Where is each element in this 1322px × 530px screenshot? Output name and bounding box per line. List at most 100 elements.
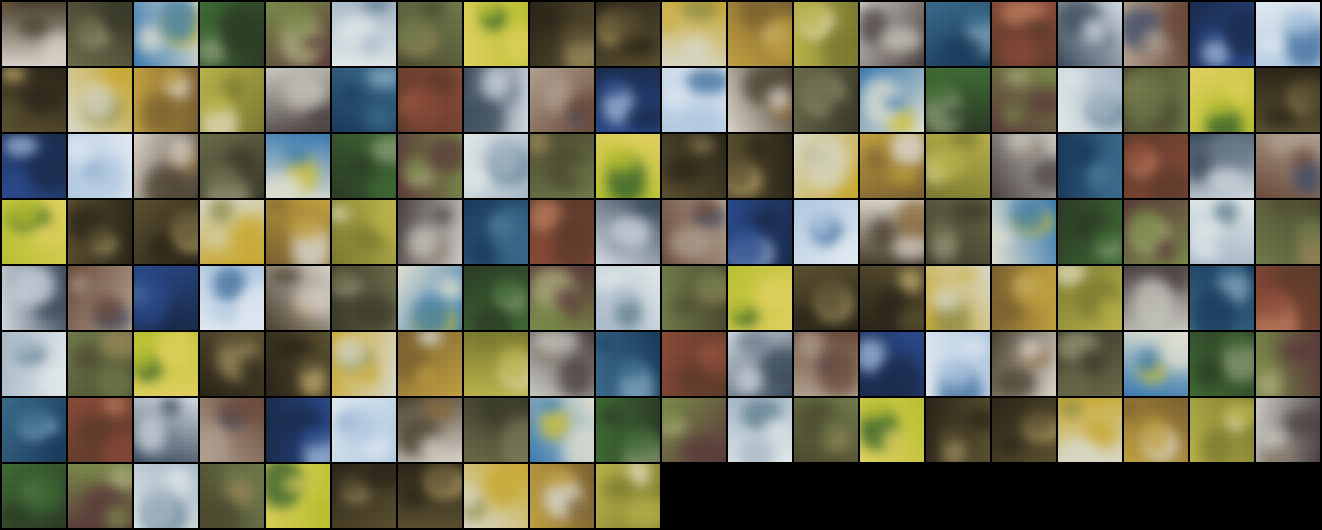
generated-sample-tile bbox=[68, 398, 132, 462]
generated-sample-tile bbox=[1190, 398, 1254, 462]
generated-sample-tile bbox=[992, 398, 1056, 462]
generated-sample-tile bbox=[530, 266, 594, 330]
generated-sample-tile bbox=[332, 266, 396, 330]
generated-sample-tile bbox=[68, 134, 132, 198]
generated-sample-tile bbox=[992, 134, 1056, 198]
generated-sample-tile bbox=[332, 398, 396, 462]
generated-sample-tile bbox=[464, 200, 528, 264]
generated-sample-tile bbox=[398, 332, 462, 396]
generated-sample-tile bbox=[992, 68, 1056, 132]
generated-sample-tile bbox=[332, 464, 396, 528]
generated-sample-tile bbox=[332, 68, 396, 132]
generated-sample-tile bbox=[200, 266, 264, 330]
generated-sample-tile bbox=[596, 332, 660, 396]
generated-sample-tile bbox=[662, 68, 726, 132]
generated-sample-tile bbox=[2, 266, 66, 330]
generated-sample-tile bbox=[134, 266, 198, 330]
generated-sample-tile bbox=[1256, 134, 1320, 198]
generated-sample-tile bbox=[1058, 266, 1122, 330]
generated-sample-tile bbox=[2, 200, 66, 264]
generated-sample-tile bbox=[926, 68, 990, 132]
generated-sample-tile bbox=[464, 398, 528, 462]
generated-sample-tile bbox=[926, 332, 990, 396]
generated-sample-tile bbox=[266, 398, 330, 462]
generated-sample-tile bbox=[1190, 266, 1254, 330]
generated-sample-tile bbox=[992, 200, 1056, 264]
generated-sample-tile bbox=[992, 2, 1056, 66]
generated-sample-tile bbox=[662, 266, 726, 330]
generated-sample-tile bbox=[134, 464, 198, 528]
generated-sample-tile bbox=[596, 2, 660, 66]
generated-sample-tile bbox=[1058, 332, 1122, 396]
generated-sample-tile bbox=[992, 332, 1056, 396]
generated-sample-tile bbox=[662, 200, 726, 264]
generated-sample-tile bbox=[200, 2, 264, 66]
generated-sample-tile bbox=[728, 200, 792, 264]
generated-sample-tile bbox=[266, 464, 330, 528]
generated-sample-tile bbox=[398, 200, 462, 264]
generated-sample-tile bbox=[1124, 134, 1188, 198]
generated-sample-tile bbox=[860, 332, 924, 396]
generated-sample-tile bbox=[794, 332, 858, 396]
generated-sample-tile bbox=[794, 266, 858, 330]
generated-sample-tile bbox=[596, 68, 660, 132]
generated-sample-tile bbox=[1124, 332, 1188, 396]
generated-sample-tile bbox=[68, 266, 132, 330]
generated-sample-tile bbox=[530, 134, 594, 198]
generated-sample-tile bbox=[134, 332, 198, 396]
generated-sample-tile bbox=[398, 68, 462, 132]
generated-sample-tile bbox=[728, 2, 792, 66]
generated-sample-tile bbox=[926, 266, 990, 330]
generated-sample-tile bbox=[860, 200, 924, 264]
generated-sample-tile bbox=[134, 398, 198, 462]
generated-sample-tile bbox=[200, 398, 264, 462]
generated-sample-tile bbox=[1058, 134, 1122, 198]
generated-sample-tile bbox=[926, 200, 990, 264]
generated-sample-tile bbox=[200, 332, 264, 396]
generated-sample-tile bbox=[728, 266, 792, 330]
generated-sample-tile bbox=[728, 134, 792, 198]
generated-sample-tile bbox=[662, 332, 726, 396]
generated-sample-tile bbox=[1124, 200, 1188, 264]
generated-sample-tile bbox=[398, 2, 462, 66]
generated-sample-tile bbox=[68, 200, 132, 264]
generated-sample-tile bbox=[992, 266, 1056, 330]
generated-sample-tile bbox=[1190, 2, 1254, 66]
generated-sample-tile bbox=[530, 2, 594, 66]
generated-sample-tile bbox=[728, 332, 792, 396]
generated-sample-tile bbox=[2, 464, 66, 528]
generated-sample-tile bbox=[332, 332, 396, 396]
generated-sample-tile bbox=[200, 200, 264, 264]
generated-sample-tile bbox=[2, 332, 66, 396]
generated-sample-tile bbox=[2, 2, 66, 66]
generated-sample-tile bbox=[1190, 134, 1254, 198]
generated-sample-tile bbox=[860, 2, 924, 66]
generated-sample-tile bbox=[1256, 68, 1320, 132]
generated-sample-tile bbox=[728, 398, 792, 462]
generated-sample-tile bbox=[1058, 200, 1122, 264]
generated-sample-tile bbox=[398, 464, 462, 528]
generated-sample-tile bbox=[596, 464, 660, 528]
generated-sample-tile bbox=[332, 134, 396, 198]
generated-sample-tile bbox=[1124, 266, 1188, 330]
generated-sample-tile bbox=[266, 266, 330, 330]
generated-sample-tile bbox=[134, 200, 198, 264]
generated-sample-tile bbox=[464, 332, 528, 396]
generated-sample-tile bbox=[266, 134, 330, 198]
generated-sample-tile bbox=[464, 266, 528, 330]
generated-sample-tile bbox=[464, 134, 528, 198]
generated-sample-tile bbox=[398, 266, 462, 330]
generated-sample-tile bbox=[530, 398, 594, 462]
generated-sample-tile bbox=[860, 266, 924, 330]
generated-sample-tile bbox=[596, 266, 660, 330]
generated-sample-tile bbox=[794, 200, 858, 264]
generated-sample-tile bbox=[266, 332, 330, 396]
generated-sample-tile bbox=[596, 200, 660, 264]
generated-sample-tile bbox=[1124, 398, 1188, 462]
generated-sample-tile bbox=[68, 2, 132, 66]
generated-sample-tile bbox=[926, 134, 990, 198]
generated-sample-tile bbox=[728, 68, 792, 132]
generated-sample-tile bbox=[2, 68, 66, 132]
generated-sample-tile bbox=[662, 398, 726, 462]
generated-sample-tile bbox=[464, 68, 528, 132]
